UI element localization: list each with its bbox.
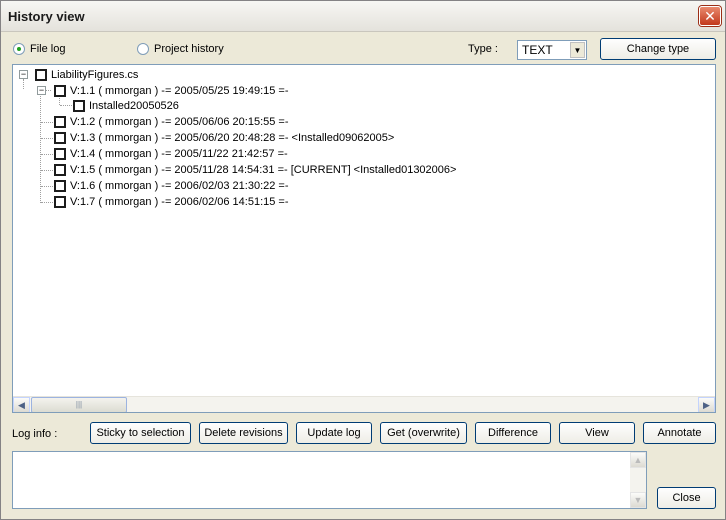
checkbox-unchecked-icon[interactable] <box>73 100 85 112</box>
checkbox-unchecked-icon[interactable] <box>54 132 66 144</box>
tree-root-label: LiabilityFigures.cs <box>51 69 139 81</box>
scroll-thumb[interactable]: ||| <box>31 397 127 412</box>
radio-project-history-label: Project history <box>154 43 224 55</box>
checkbox-unchecked-icon[interactable] <box>54 196 66 208</box>
close-button[interactable]: Close <box>657 487 716 509</box>
annotate-button[interactable]: Annotate <box>643 422 716 444</box>
radio-checked-icon[interactable] <box>13 43 25 55</box>
tree-label-row[interactable]: Installed20050526 <box>73 98 179 114</box>
radio-unchecked-icon[interactable] <box>137 43 149 55</box>
type-label: Type : <box>468 43 498 55</box>
checkbox-unchecked-icon[interactable] <box>54 85 66 97</box>
change-type-button[interactable]: Change type <box>600 38 716 60</box>
tree-revision-row[interactable]: V:1.4 ( mmorgan ) -= 2005/11/22 21:42:57… <box>54 146 288 162</box>
revision-label: V:1.6 ( mmorgan ) -= 2006/02/03 21:30:22… <box>70 180 289 192</box>
sticky-to-selection-button[interactable]: Sticky to selection <box>90 422 191 444</box>
tree-revision-row[interactable]: V:1.2 ( mmorgan ) -= 2005/06/06 20:15:55… <box>54 114 289 130</box>
log-info-label: Log info : <box>12 428 58 440</box>
tree-revision-row[interactable]: V:1.1 ( mmorgan ) -= 2005/05/25 19:49:15… <box>54 83 289 99</box>
log-info-text-area[interactable]: ▲ ▼ <box>12 451 647 509</box>
checkbox-unchecked-icon[interactable] <box>54 148 66 160</box>
radio-project-history[interactable]: Project history <box>137 41 224 57</box>
view-button[interactable]: View <box>559 422 635 444</box>
collapse-revision-icon[interactable]: − <box>37 86 46 95</box>
radio-file-log-label: File log <box>30 43 66 55</box>
revision-label: V:1.4 ( mmorgan ) -= 2005/11/22 21:42:57… <box>70 148 288 160</box>
revision-label: V:1.1 ( mmorgan ) -= 2005/05/25 19:49:15… <box>70 85 289 97</box>
get-overwrite-button[interactable]: Get (overwrite) <box>380 422 467 444</box>
scroll-up-icon[interactable]: ▲ <box>630 452 646 468</box>
tree-revision-row[interactable]: V:1.5 ( mmorgan ) -= 2005/11/28 14:54:31… <box>54 162 456 178</box>
checkbox-unchecked-icon[interactable] <box>54 164 66 176</box>
scroll-left-icon[interactable]: ◀ <box>13 397 30 412</box>
revision-label: V:1.3 ( mmorgan ) -= 2005/06/20 20:48:28… <box>70 132 395 144</box>
revision-label: V:1.2 ( mmorgan ) -= 2005/06/06 20:15:55… <box>70 116 289 128</box>
checkbox-unchecked-icon[interactable] <box>54 116 66 128</box>
delete-revisions-button[interactable]: Delete revisions <box>199 422 288 444</box>
dropdown-arrow-icon[interactable]: ▼ <box>570 42 585 58</box>
tree-revision-row[interactable]: V:1.6 ( mmorgan ) -= 2006/02/03 21:30:22… <box>54 178 289 194</box>
tree-revision-row[interactable]: V:1.3 ( mmorgan ) -= 2005/06/20 20:48:28… <box>54 130 394 146</box>
collapse-root-icon[interactable]: − <box>19 70 28 79</box>
scroll-down-icon[interactable]: ▼ <box>630 492 646 508</box>
checkbox-unchecked-icon[interactable] <box>54 180 66 192</box>
difference-button[interactable]: Difference <box>475 422 551 444</box>
radio-file-log[interactable]: File log <box>13 41 65 57</box>
install-label: Installed20050526 <box>89 100 179 112</box>
vertical-scrollbar[interactable]: ▲ ▼ <box>630 452 646 508</box>
update-log-button[interactable]: Update log <box>296 422 372 444</box>
title-bar[interactable]: History view ✕ <box>1 1 725 32</box>
revision-label: V:1.7 ( mmorgan ) -= 2006/02/06 14:51:15… <box>70 196 289 208</box>
checkbox-unchecked-icon[interactable] <box>35 69 47 81</box>
tree-root-node[interactable]: LiabilityFigures.cs <box>35 67 138 83</box>
revision-tree[interactable]: − LiabilityFigures.cs − V:1.1 ( mmorgan … <box>12 64 716 413</box>
revision-label: V:1.5 ( mmorgan ) -= 2005/11/28 14:54:31… <box>70 164 457 176</box>
horizontal-scrollbar[interactable]: ◀ ||| ▶ <box>13 396 715 412</box>
scroll-right-icon[interactable]: ▶ <box>698 397 715 412</box>
history-view-window: History view ✕ File log Project history … <box>0 0 726 520</box>
close-window-button[interactable]: ✕ <box>699 6 721 26</box>
tree-revision-row[interactable]: V:1.7 ( mmorgan ) -= 2006/02/06 14:51:15… <box>54 194 289 210</box>
window-title: History view <box>8 9 85 24</box>
type-select-value: TEXT <box>522 43 553 57</box>
type-select[interactable]: TEXT ▼ <box>517 40 587 60</box>
